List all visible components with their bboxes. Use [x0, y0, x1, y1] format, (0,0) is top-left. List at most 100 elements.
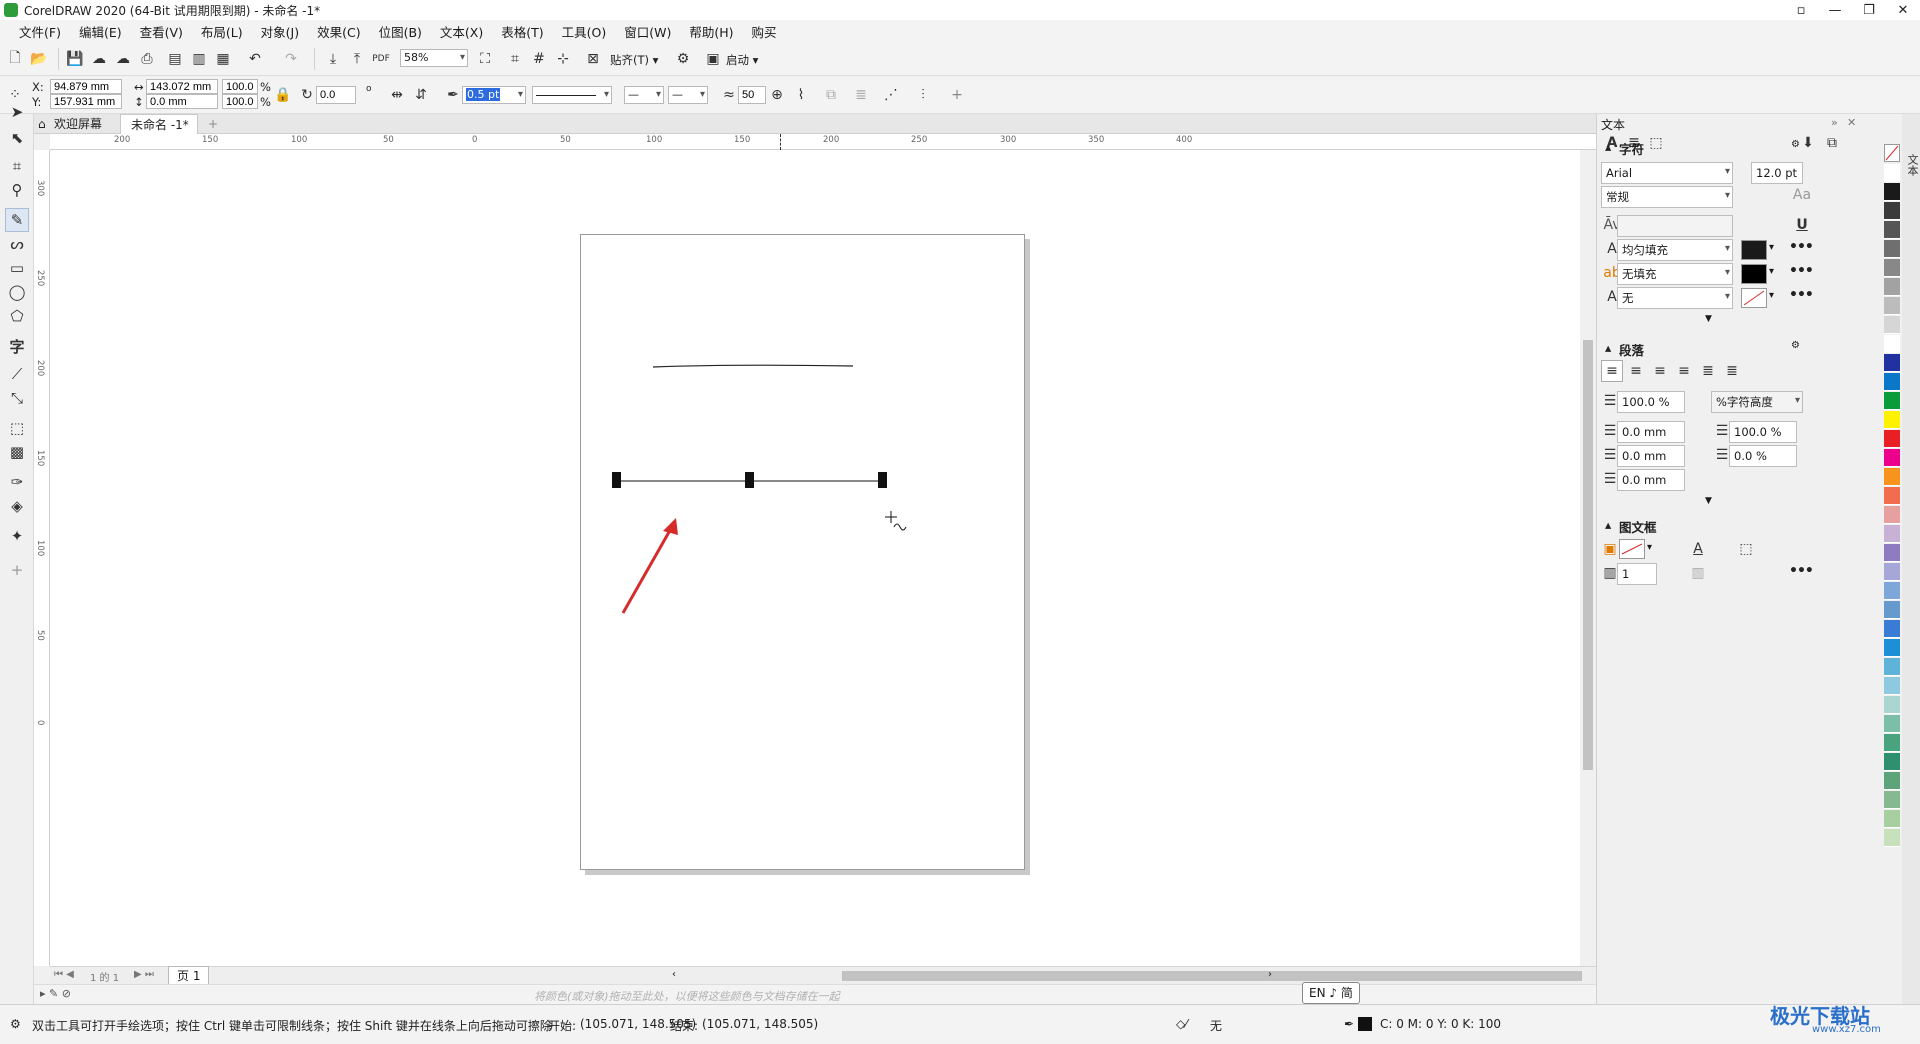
- full-screen-icon[interactable]: ⛶: [474, 48, 496, 70]
- no-color-swatch[interactable]: [1884, 144, 1900, 162]
- lock-ratio-icon[interactable]: 🔒: [272, 84, 294, 106]
- close-curve-icon[interactable]: ⋰: [880, 84, 902, 106]
- palette-swatch[interactable]: [1884, 658, 1900, 676]
- minimize-button[interactable]: —: [1818, 0, 1852, 20]
- selection-handle-left[interactable]: [612, 472, 621, 488]
- menu-window[interactable]: 窗口(W): [615, 22, 680, 41]
- palette-swatch[interactable]: [1884, 221, 1900, 239]
- align-left-icon[interactable]: ≡: [1625, 360, 1647, 382]
- palette-swatch[interactable]: [1884, 392, 1900, 410]
- eyedropper-tool-icon[interactable]: ✑: [5, 470, 29, 494]
- section-options-icon[interactable]: ⚙: [1791, 139, 1800, 150]
- zoom-level-dropdown[interactable]: 58%: [400, 49, 468, 67]
- palette-swatch[interactable]: [1884, 183, 1900, 201]
- rotation-angle-input[interactable]: [316, 86, 356, 104]
- parallel-dimension-icon[interactable]: ⟋: [5, 362, 29, 386]
- palette-swatch[interactable]: [1884, 544, 1900, 562]
- palette-swatch[interactable]: [1884, 563, 1900, 581]
- smoothing-input[interactable]: [738, 86, 766, 104]
- scale-x-input[interactable]: [222, 79, 258, 94]
- selection-handle-middle[interactable]: [745, 472, 754, 488]
- width-input[interactable]: [146, 79, 218, 94]
- all-caps-icon[interactable]: Aa: [1791, 184, 1813, 206]
- palette-swatch[interactable]: [1884, 278, 1900, 296]
- panel-close-icon[interactable]: ✕: [1847, 116, 1856, 129]
- x-position-input[interactable]: [50, 79, 122, 94]
- menu-text[interactable]: 文本(X): [431, 22, 492, 41]
- show-grid-icon[interactable]: #: [528, 48, 550, 70]
- first-line-indent-input[interactable]: 0.0 mm: [1617, 421, 1685, 443]
- align-icon[interactable]: ⫶: [912, 84, 934, 106]
- dropdown-arrow-icon[interactable]: ▾: [1769, 242, 1774, 253]
- new-tab-icon[interactable]: +: [198, 114, 228, 134]
- font-size-input[interactable]: 12.0 pt: [1751, 162, 1803, 184]
- add-icon[interactable]: +: [946, 84, 968, 106]
- vertical-align-icon[interactable]: A: [1687, 538, 1709, 560]
- panel-collapse-icon[interactable]: »: [1831, 116, 1838, 129]
- palette-swatch[interactable]: [1884, 297, 1900, 315]
- undo-icon[interactable]: ↶: [244, 48, 266, 70]
- palette-swatch[interactable]: [1884, 468, 1900, 486]
- new-document-icon[interactable]: 🗋: [4, 48, 26, 70]
- smoothing-slider-icon[interactable]: ⊕: [766, 84, 788, 106]
- options-gear-icon[interactable]: ⚙: [672, 48, 694, 70]
- menu-view[interactable]: 查看(V): [131, 22, 192, 41]
- document-page[interactable]: [580, 234, 1025, 870]
- dropdown-arrow-icon[interactable]: ▾: [1647, 542, 1652, 553]
- restore-icon[interactable]: ▫: [1784, 0, 1818, 20]
- palette-swatch[interactable]: [1884, 411, 1900, 429]
- font-style-dropdown[interactable]: 常规: [1601, 186, 1733, 208]
- freehand-line[interactable]: [652, 364, 854, 368]
- tab-document[interactable]: 未命名 -1*: [120, 114, 198, 134]
- menu-table[interactable]: 表格(T): [492, 22, 552, 41]
- menu-bitmaps[interactable]: 位图(B): [370, 22, 431, 41]
- palette-swatch[interactable]: [1884, 335, 1900, 353]
- palette-swatch[interactable]: [1884, 696, 1900, 714]
- background-fill-dropdown[interactable]: 无填充: [1617, 263, 1733, 285]
- wrap-text-icon[interactable]: ≣: [850, 84, 872, 106]
- background-color-swatch[interactable]: [1741, 264, 1767, 284]
- y-position-input[interactable]: [50, 94, 122, 109]
- close-button[interactable]: ✕: [1886, 0, 1920, 20]
- palette-swatch[interactable]: [1884, 316, 1900, 334]
- palette-swatch[interactable]: [1884, 202, 1900, 220]
- paste-icon[interactable]: ▦: [212, 48, 234, 70]
- cloud-upload-icon[interactable]: ☁: [88, 48, 110, 70]
- palette-swatch[interactable]: [1884, 677, 1900, 695]
- cloud-download-icon[interactable]: ☁: [112, 48, 134, 70]
- fill-color-swatch[interactable]: [1741, 240, 1767, 260]
- fill-tool-icon[interactable]: ◈: [5, 494, 29, 518]
- horizontal-ruler[interactable]: 200 150 100 50 0 50 100 150 200 250 300 …: [50, 134, 1596, 150]
- side-tab-text[interactable]: 文本: [1904, 154, 1920, 176]
- line-style-dropdown[interactable]: [532, 86, 612, 104]
- outline-width-dropdown[interactable]: 0.5 pt: [462, 86, 526, 104]
- underline-icon[interactable]: U: [1791, 214, 1813, 236]
- page-1-tab[interactable]: 页 1: [168, 966, 210, 985]
- columns-input[interactable]: 1: [1617, 563, 1657, 585]
- vertical-scroll-thumb[interactable]: [1583, 340, 1593, 770]
- menu-help[interactable]: 帮助(H): [680, 22, 742, 41]
- ellipse-tool-icon[interactable]: ◯: [5, 280, 29, 304]
- zoom-tool-icon[interactable]: ⚲: [5, 178, 29, 202]
- palette-swatch[interactable]: [1884, 810, 1900, 828]
- space-after-input[interactable]: 0.0 %: [1729, 445, 1797, 467]
- freehand-tool-icon[interactable]: ✎: [5, 208, 29, 232]
- outline-color-swatch[interactable]: [1741, 288, 1767, 308]
- palette-swatch[interactable]: [1884, 734, 1900, 752]
- palette-swatch[interactable]: [1884, 753, 1900, 771]
- scroll-right-icon[interactable]: ›: [1268, 969, 1272, 980]
- launch-dropdown[interactable]: 启动 ▾: [726, 52, 758, 68]
- menu-effects[interactable]: 效果(C): [308, 22, 369, 41]
- ime-indicator[interactable]: EN ♪ 简: [1302, 982, 1360, 1004]
- force-justify-icon[interactable]: ≣: [1721, 360, 1743, 382]
- cut-icon[interactable]: ▤: [164, 48, 186, 70]
- palette-swatch[interactable]: [1884, 582, 1900, 600]
- customize-toolbox-icon[interactable]: +: [5, 558, 29, 582]
- import-icon[interactable]: ⤓: [322, 48, 344, 70]
- palette-swatch[interactable]: [1884, 373, 1900, 391]
- palette-swatch[interactable]: [1884, 449, 1900, 467]
- page-nav-first-icon[interactable]: ⏮ ◀: [54, 969, 74, 980]
- pdf-export-icon[interactable]: PDF: [370, 48, 392, 70]
- menu-object[interactable]: 对象(J): [252, 22, 308, 41]
- polygon-tool-icon[interactable]: ⬠: [5, 304, 29, 328]
